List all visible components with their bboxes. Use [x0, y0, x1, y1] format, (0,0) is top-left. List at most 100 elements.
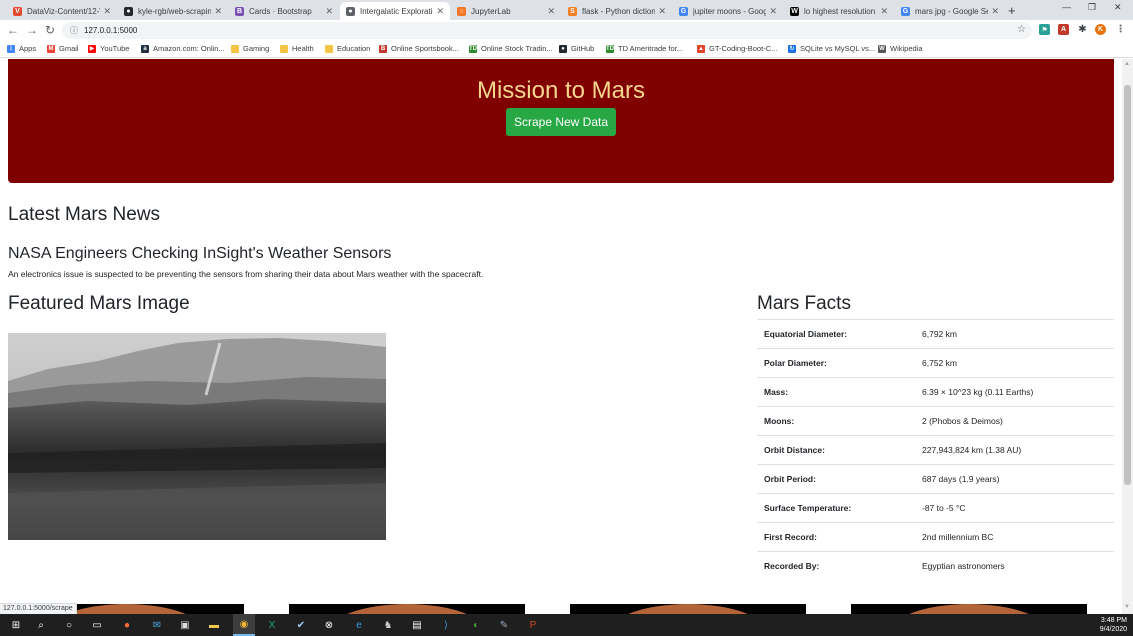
scrollbar-thumb[interactable]: [1124, 85, 1131, 485]
page-title: Mission to Mars: [476, 77, 646, 104]
bookmark-favicon-icon: ▲: [697, 44, 705, 53]
vscode-icon[interactable]: ⟩: [439, 618, 453, 632]
page-scrollbar[interactable]: ▲ ▼: [1122, 59, 1133, 614]
pdf-extension-icon[interactable]: A: [1058, 24, 1069, 35]
forward-icon[interactable]: →: [26, 23, 38, 37]
maximize-icon[interactable]: ❐: [1088, 2, 1096, 13]
bookmark-item[interactable]: TD TD Ameritrade for...: [606, 44, 683, 53]
bookmark-label: Amazon.com: Onlin...: [153, 44, 225, 53]
bookmark-item[interactable]: ▲ GT-Coding-Boot-C...: [697, 44, 777, 53]
browser-tab[interactable]: V DataViz-Content/12-W ✕: [7, 2, 117, 20]
excel-icon[interactable]: X: [265, 618, 279, 632]
notes-icon[interactable]: ✎: [497, 618, 511, 632]
tab-close-icon[interactable]: ✕: [436, 6, 444, 17]
jumbotron-header: Mission to Mars Scrape New Data: [8, 59, 1114, 183]
bookmark-item[interactable]: ▶ YouTube: [88, 44, 129, 53]
extension-icon[interactable]: ⚑: [1039, 24, 1050, 35]
bookmark-item[interactable]: ↻ SQLite vs MySQL vs...: [788, 44, 875, 53]
browser-tab[interactable]: ● kyle-rgb/web-scraping ✕: [118, 2, 228, 20]
steam-icon[interactable]: ✔: [294, 618, 308, 632]
fact-value: 227,943,824 km (1.38 AU): [922, 445, 1022, 455]
bookmark-item[interactable]: Education: [325, 44, 370, 53]
app-icon[interactable]: ♞: [381, 618, 395, 632]
fact-label: First Record:: [764, 532, 817, 542]
profile-avatar[interactable]: K: [1095, 24, 1106, 35]
store-icon[interactable]: ▣: [178, 618, 192, 632]
mars-facts-heading: Mars Facts: [757, 293, 851, 314]
tab-title: flask - Python dictiona: [582, 6, 656, 16]
bookmark-favicon-icon: ▶: [88, 44, 96, 53]
bookmark-item[interactable]: M Gmail: [47, 44, 79, 53]
tab-favicon-icon: S: [568, 6, 577, 16]
browser-tab[interactable]: Gmars jpg - Google Sea ✕: [895, 2, 1005, 20]
browser-tab[interactable]: B Cards · Bootstrap ✕: [229, 2, 339, 20]
bookmark-label: Apps: [19, 44, 37, 53]
bookmark-item[interactable]: ● GitHub: [559, 44, 594, 53]
bookmark-item[interactable]: B Online Sportsbook...: [379, 44, 459, 53]
bookmark-label: SQLite vs MySQL vs...: [800, 44, 876, 53]
bookmark-item[interactable]: TD Online Stock Tradin...: [469, 44, 553, 53]
firefox-icon[interactable]: ●: [120, 618, 134, 632]
address-bar[interactable]: ⓘ 127.0.0.1:5000 ☆: [62, 22, 1032, 39]
browser-tab[interactable]: Wlo highest resolution ti ✕: [784, 2, 894, 20]
tab-favicon-icon: G: [901, 6, 910, 16]
fact-value: 2 (Phobos & Deimos): [922, 416, 1003, 426]
search-icon[interactable]: ⌕: [34, 618, 48, 632]
tab-title: mars jpg - Google Sea: [915, 6, 989, 16]
site-info-icon[interactable]: ⓘ: [70, 25, 78, 36]
windows-taskbar: ⊞ ⌕ ○ ▭ ● ✉ ▣ ▬ ◉ X ✔ ⊗ e ♞ ▤ ⟩ ◖ ✎ P 3:…: [0, 614, 1133, 636]
fact-row: Moons: 2 (Phobos & Deimos): [757, 406, 1114, 436]
tab-favicon-icon: G: [679, 6, 688, 16]
fact-label: Mass:: [764, 387, 789, 397]
tab-title: JupyterLab: [471, 6, 511, 16]
tab-title: Intergalatic Exploration: [360, 6, 434, 16]
mongodb-icon[interactable]: ◖: [468, 618, 482, 632]
bookmark-star-icon[interactable]: ☆: [1017, 24, 1026, 35]
fact-label: Orbit Distance:: [764, 445, 825, 455]
fact-row: Equatorial Diameter: 6,792 km: [757, 319, 1114, 349]
bookmark-label: GT-Coding-Boot-C...: [709, 44, 778, 53]
back-icon[interactable]: ←: [7, 23, 19, 37]
folder-icon: [280, 44, 288, 53]
tab-favicon-icon: ●: [346, 6, 355, 16]
tab-close-icon[interactable]: ✕: [547, 6, 555, 17]
chrome-icon[interactable]: ◉: [233, 614, 255, 636]
bookmark-item[interactable]: ⋮ Apps: [7, 44, 36, 53]
menu-dots-icon[interactable]: ⋮: [1115, 24, 1126, 35]
powerpoint-icon[interactable]: P: [526, 618, 540, 632]
fact-row: Polar Diameter: 6,752 km: [757, 348, 1114, 378]
new-tab-button[interactable]: +: [1008, 3, 1016, 18]
tab-close-icon[interactable]: ✕: [325, 6, 333, 17]
close-window-icon[interactable]: ✕: [1114, 2, 1122, 13]
reload-icon[interactable]: ↻: [45, 23, 55, 37]
mars-facts-table: Equatorial Diameter: 6,792 km Polar Diamet…: [757, 319, 1114, 581]
tab-close-icon[interactable]: ✕: [991, 6, 999, 17]
browser-tab[interactable]: Gjupiter moons - Googl ✕: [673, 2, 783, 20]
bookmark-item[interactable]: W Wikipedia: [878, 44, 923, 53]
task-view-icon[interactable]: ▭: [90, 618, 104, 632]
browser-tab[interactable]: ● Intergalatic Exploration ✕: [340, 2, 450, 20]
extensions-puzzle-icon[interactable]: ✱: [1077, 24, 1088, 35]
windows-start-icon[interactable]: ⊞: [9, 618, 23, 632]
scrape-new-data-button[interactable]: Scrape New Data: [506, 108, 616, 136]
bookmark-favicon-icon: TD: [469, 44, 477, 53]
file-explorer-icon[interactable]: ▬: [207, 618, 221, 632]
link-status-bar: 127.0.0.1:5000/scrape: [0, 603, 77, 614]
tab-close-icon[interactable]: ✕: [214, 6, 222, 17]
tab-close-icon[interactable]: ✕: [658, 6, 666, 17]
bookmark-item[interactable]: Gaming: [231, 44, 269, 53]
terminal-icon[interactable]: ▤: [410, 618, 424, 632]
edge-icon[interactable]: e: [352, 618, 366, 632]
cortana-icon[interactable]: ○: [62, 618, 76, 632]
browser-tab[interactable]: ○ JupyterLab ✕: [451, 2, 561, 20]
tab-close-icon[interactable]: ✕: [880, 6, 888, 17]
mail-icon[interactable]: ✉: [150, 618, 164, 632]
tab-close-icon[interactable]: ✕: [103, 6, 111, 17]
tab-close-icon[interactable]: ✕: [769, 6, 777, 17]
xbox-icon[interactable]: ⊗: [322, 618, 336, 632]
minimize-icon[interactable]: —: [1062, 2, 1071, 12]
browser-tab[interactable]: Sflask - Python dictiona ✕: [562, 2, 672, 20]
bookmark-item[interactable]: Health: [280, 44, 314, 53]
bookmark-item[interactable]: a Amazon.com: Onlin...: [141, 44, 225, 53]
taskbar-clock[interactable]: 3:48 PM 9/4/2020: [1100, 616, 1127, 634]
